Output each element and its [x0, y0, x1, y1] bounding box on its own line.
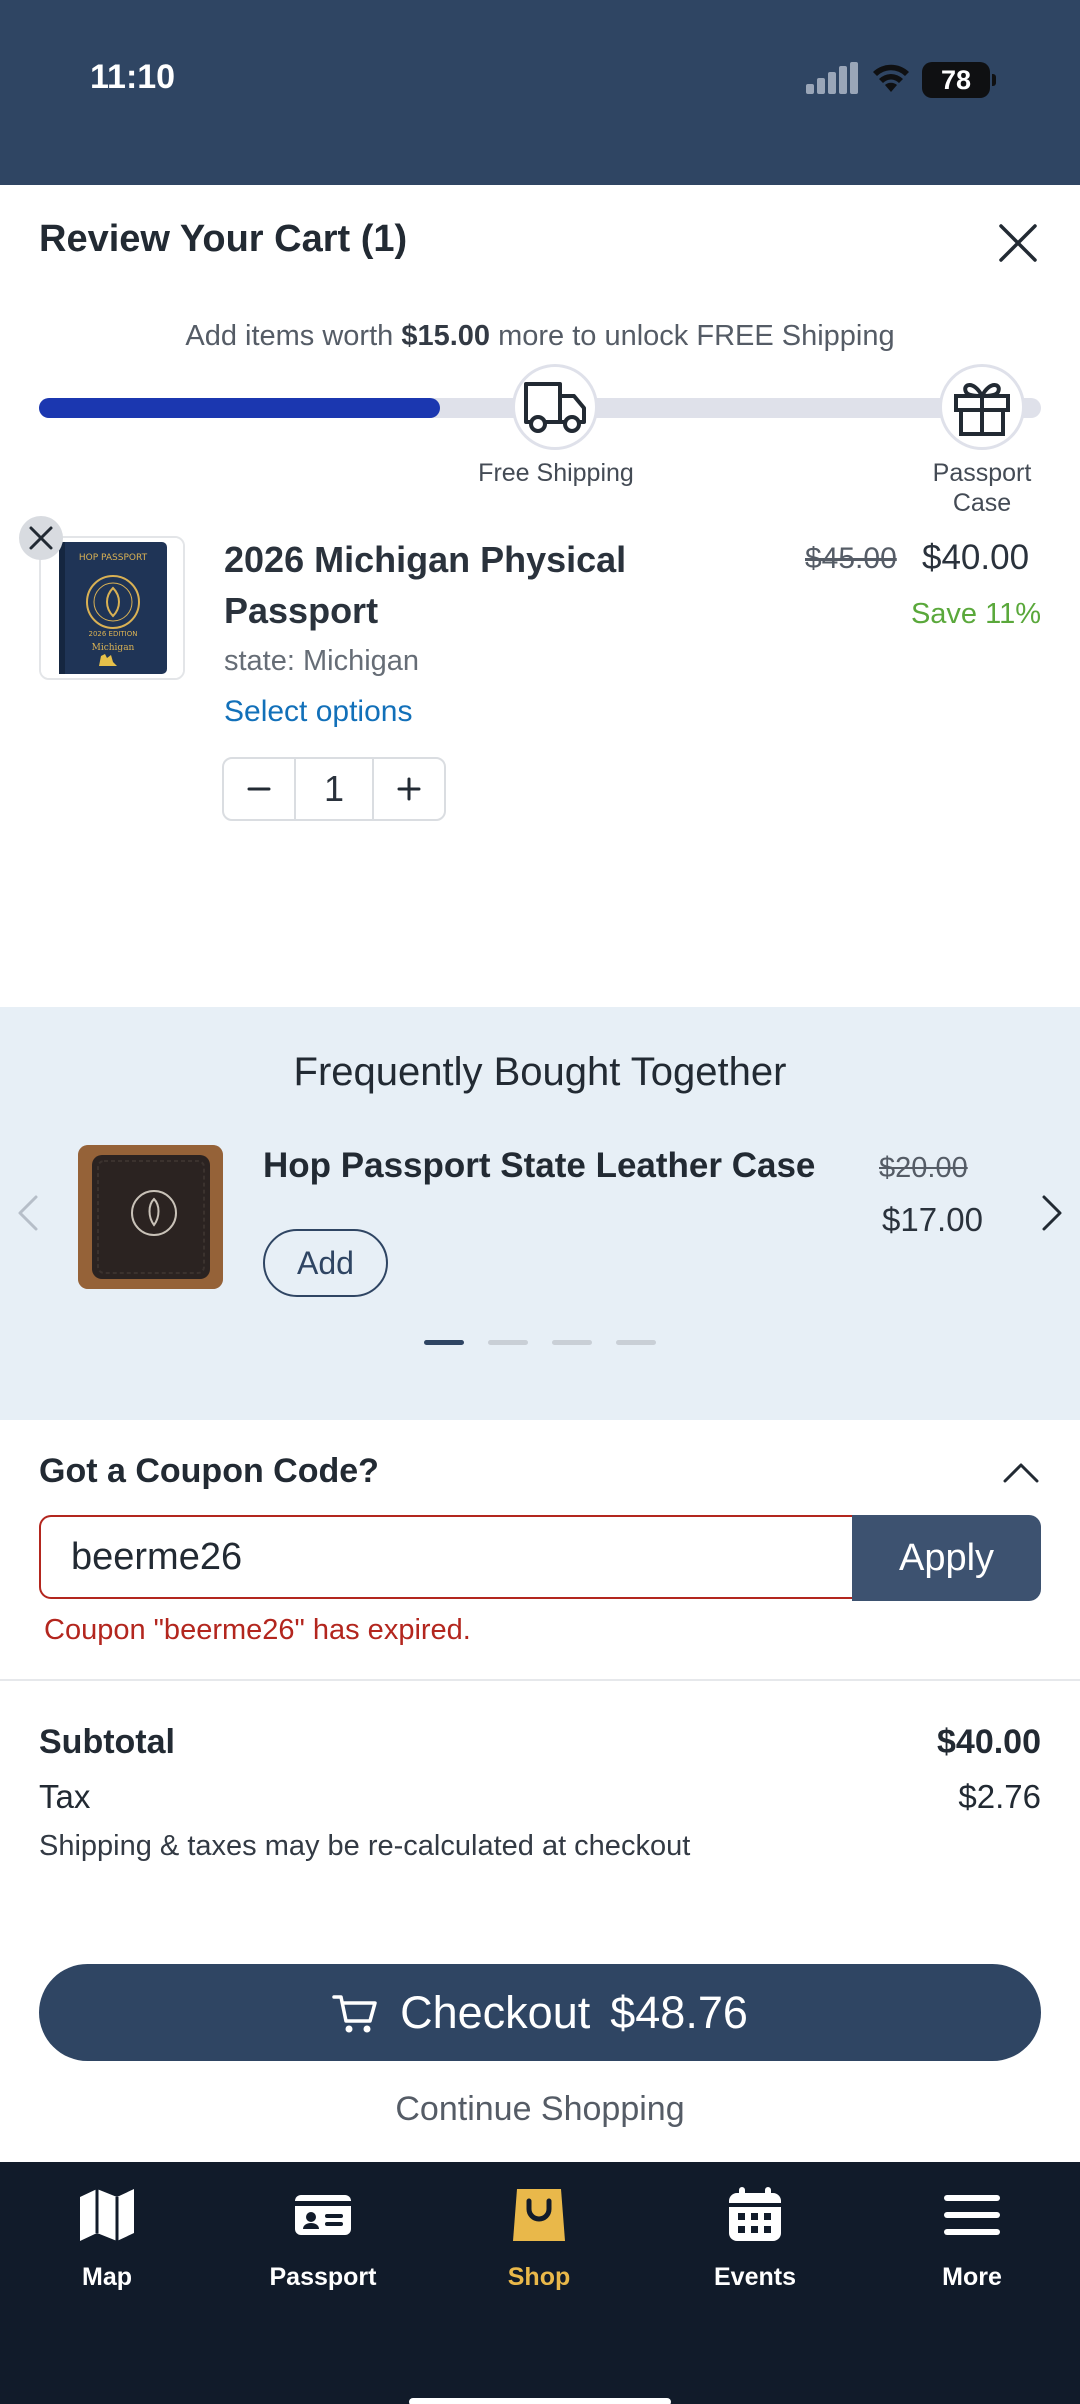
- tab-map[interactable]: Map: [17, 2185, 197, 2305]
- cart-item-variant: state: Michigan: [224, 645, 420, 677]
- cart-item-original-price: $45.00: [805, 542, 897, 575]
- upsell-original-price: $20.00: [879, 1152, 968, 1184]
- cart-title: Review Your Cart (1): [39, 218, 408, 260]
- coupon-error-message: Coupon "beerme26" has expired.: [44, 1614, 471, 1646]
- coupon-input[interactable]: beerme26: [39, 1515, 855, 1599]
- decrease-quantity-button[interactable]: [224, 759, 294, 819]
- section-divider: [0, 1679, 1080, 1681]
- pagination-dot-2[interactable]: [488, 1340, 528, 1345]
- cart-item-name: 2026 Michigan Physical Passport: [224, 539, 627, 631]
- calendar-icon: [729, 2187, 781, 2241]
- tab-more[interactable]: More: [882, 2185, 1062, 2305]
- pagination-dot-1[interactable]: [424, 1340, 464, 1345]
- plus-icon: [397, 777, 421, 801]
- upsell-title: Frequently Bought Together: [293, 1050, 787, 1094]
- select-options-link[interactable]: Select options: [224, 695, 412, 729]
- apply-coupon-button[interactable]: Apply: [852, 1515, 1041, 1601]
- upsell-price: $17.00: [882, 1201, 983, 1238]
- upsell-product-thumbnail: [78, 1145, 223, 1289]
- cart-icon: [332, 1994, 377, 2032]
- close-icon[interactable]: [995, 220, 1041, 266]
- svg-text:Michigan: Michigan: [92, 643, 135, 653]
- remove-item-button[interactable]: [19, 516, 63, 560]
- wifi-icon: [873, 64, 909, 92]
- subtotal-label: Subtotal: [39, 1723, 175, 1761]
- tax-label: Tax: [39, 1778, 91, 1815]
- pagination-dot-4[interactable]: [616, 1340, 656, 1345]
- shipping-remaining-amount: $15.00: [401, 320, 491, 352]
- chevron-right-icon[interactable]: [1040, 1193, 1064, 1233]
- checkout-amount: $48.76: [610, 1986, 748, 2038]
- tab-passport[interactable]: Passport: [233, 2185, 413, 2305]
- tax-value: $2.76: [958, 1778, 1041, 1815]
- close-icon: [29, 526, 53, 550]
- home-indicator: [409, 2398, 671, 2404]
- truck-icon: [524, 382, 586, 433]
- recalculation-note: Shipping & taxes may be re-calculated at…: [39, 1830, 691, 1862]
- map-icon: [80, 2189, 134, 2241]
- carousel-pagination: [424, 1340, 656, 1346]
- free-shipping-milestone: [512, 364, 598, 450]
- gift-icon: [954, 383, 1010, 436]
- increase-quantity-button[interactable]: [374, 759, 444, 819]
- shopping-bag-icon: [513, 2189, 565, 2241]
- milestone-label-free-shipping: Free Shipping: [478, 459, 634, 487]
- coupon-section-title[interactable]: Got a Coupon Code?: [39, 1452, 379, 1491]
- checkout-label: Checkout: [400, 1986, 591, 2038]
- menu-icon: [944, 2195, 1000, 2235]
- status-time: 11:10: [90, 58, 176, 96]
- svg-text:HOP PASSPORT: HOP PASSPORT: [79, 553, 148, 563]
- checkout-button[interactable]: Checkout $48.76: [39, 1964, 1041, 2061]
- passport-icon: [295, 2195, 351, 2235]
- continue-shopping-link[interactable]: Continue Shopping: [0, 2090, 1080, 2129]
- add-upsell-button[interactable]: Add: [263, 1229, 388, 1297]
- chevron-left-icon[interactable]: [16, 1193, 40, 1233]
- pagination-dot-3[interactable]: [552, 1340, 592, 1345]
- milestone-label-passport-case: Passport Case: [932, 459, 1032, 517]
- upsell-product-name: Hop Passport State Leather Case: [263, 1146, 816, 1185]
- free-shipping-message: Add items worth $15.00 more to unlock FR…: [185, 320, 895, 352]
- quantity-stepper: 1: [222, 757, 446, 821]
- subtotal-value: $40.00: [937, 1723, 1041, 1761]
- quantity-value[interactable]: 1: [294, 759, 374, 819]
- battery-indicator: 78: [922, 62, 996, 98]
- status-bar: 11:10 78: [0, 0, 1080, 185]
- cellular-signal-icon: [806, 62, 858, 94]
- tab-events[interactable]: Events: [665, 2185, 845, 2305]
- minus-icon: [247, 787, 271, 791]
- svg-text:2026 EDITION: 2026 EDITION: [88, 630, 137, 638]
- passport-case-milestone: [939, 364, 1025, 450]
- tab-shop[interactable]: Shop: [449, 2185, 629, 2305]
- shipping-progress-fill: [39, 398, 440, 418]
- chevron-up-icon[interactable]: [1002, 1460, 1040, 1484]
- cart-item-price: $40.00: [922, 538, 1030, 577]
- cart-item-savings: Save 11%: [910, 598, 1041, 630]
- product-thumbnail: HOP PASSPORT 2026 EDITION Michigan: [39, 536, 185, 680]
